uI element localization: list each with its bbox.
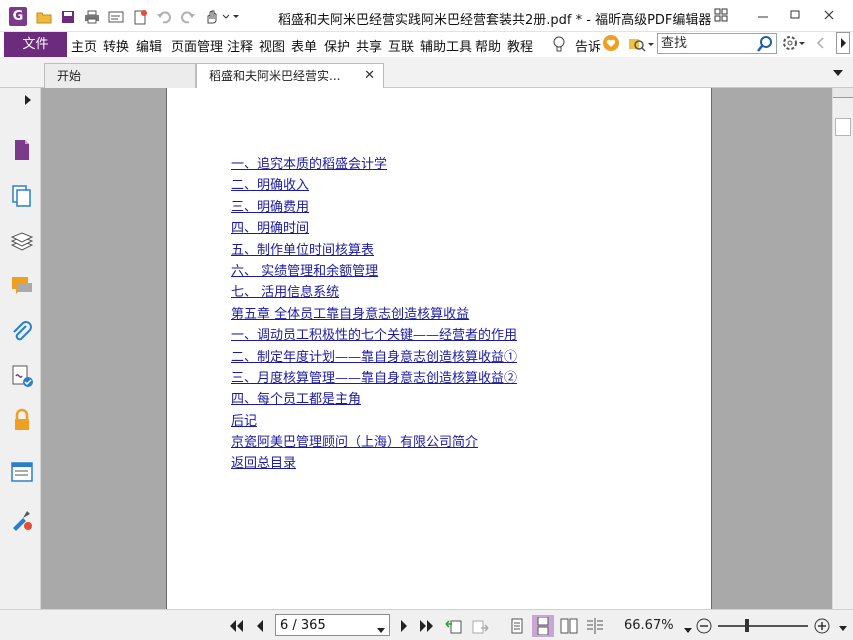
tab-current-document[interactable]: 稻盛和夫阿米巴经营实... ✕ [196,63,384,89]
signatures-icon[interactable] [10,364,34,388]
close-window-button[interactable] [818,6,840,24]
toc-link[interactable]: 一、调动员工积极性的七个关键——经营者的作用 [231,325,517,346]
lightbulb-icon[interactable] [552,35,566,57]
new-document-icon[interactable] [131,8,149,26]
settings-gear-icon[interactable] [782,35,806,55]
undo-icon[interactable] [155,8,173,26]
status-bar-scroll-down-icon[interactable] [838,622,848,636]
search-field[interactable] [657,33,777,54]
hand-tool-dropdown[interactable] [203,8,241,26]
menu-form[interactable]: 表单 [291,36,317,55]
tab-start-label: 开始 [57,69,82,83]
page-number-input[interactable] [276,615,371,635]
save-icon[interactable] [59,8,77,26]
toc-link[interactable]: 后记 [231,411,517,432]
form-fields-icon[interactable] [10,460,34,484]
panel-expand-icon[interactable] [24,94,32,109]
ribbon-scroll-left-icon[interactable] [815,36,825,54]
toc-link[interactable]: 二、明确收入 [231,175,517,196]
menu-help[interactable]: 帮助 [475,36,501,55]
toc-link[interactable]: 四、每个员工都是主角 [231,389,517,410]
menu-tutorial[interactable]: 教程 [507,36,533,55]
maximize-button[interactable] [784,6,806,24]
toc-link[interactable]: 京瓷阿美巴管理顾问（上海）有限公司简介 [231,432,517,453]
page-dropdown-icon[interactable] [377,623,385,637]
next-page-button[interactable] [395,617,413,635]
zoom-slider-track[interactable] [718,625,808,627]
previous-view-icon[interactable] [445,617,463,635]
document-tab-strip: 开始 稻盛和夫阿米巴经营实... ✕ [0,58,853,89]
menu-connect[interactable]: 互联 [388,36,414,55]
toc-link[interactable]: 四、明确时间 [231,218,517,239]
facing-view-icon[interactable] [560,617,578,635]
scrollbar-thumb[interactable] [835,118,851,136]
window-title: 稻盛和夫阿米巴经营实践阿米巴经营套装共2册.pdf * - 福昕高级PDF编辑器 [278,13,712,28]
tell-me-label[interactable]: 告诉 [575,36,601,55]
search-input[interactable] [658,34,754,53]
redo-icon[interactable] [179,8,197,26]
zoom-dropdown-icon[interactable] [684,623,692,637]
minimize-button[interactable] [752,6,774,24]
toc-link[interactable]: 第五章 全体员工靠自身意志创造核算收益 [231,304,517,325]
first-page-button[interactable] [227,617,245,635]
comments-icon[interactable] [10,274,34,298]
page-icon[interactable] [10,138,34,162]
toc-link[interactable]: 三、明确费用 [231,197,517,218]
title-bar: G 稻盛和夫阿米巴经营实践阿米巴经营套装共2册.pdf * - 福昕高级PDF编… [0,0,853,32]
certify-tool-icon[interactable] [10,508,34,532]
menu-view[interactable]: 视图 [259,36,285,55]
menu-accessibility[interactable]: 辅助工具 [420,36,472,55]
toc-link[interactable]: 七、 活用信息系统 [231,282,517,303]
menu-protect[interactable]: 保护 [324,36,350,55]
zoom-in-button[interactable] [813,617,831,635]
lock-icon[interactable] [10,408,34,432]
continuous-facing-view-icon[interactable] [586,617,604,635]
document-view: 一、追究本质的稻盛会计学 二、明确收入 三、明确费用 四、明确时间 五、制作单位… [41,88,832,609]
app-logo-icon[interactable]: G [9,7,27,26]
menu-convert[interactable]: 转换 [103,36,129,55]
toc-link[interactable]: 五、制作单位时间核算表 [231,240,517,261]
next-view-icon[interactable] [471,617,489,635]
tab-start[interactable]: 开始 [44,63,196,88]
vertical-scrollbar[interactable] [832,88,853,609]
toc-link[interactable]: 返回总目录 [231,453,517,474]
single-page-view-icon[interactable] [508,617,526,635]
search-icon[interactable] [757,36,773,55]
continuous-view-icon[interactable] [532,615,554,637]
properties-icon[interactable] [107,8,125,26]
menu-page-management[interactable]: 页面管理 [171,36,223,55]
toc-link[interactable]: 六、 实绩管理和余额管理 [231,261,517,282]
toc-link[interactable]: 三、月度核算管理——靠自身意志创造核算收益② [231,368,517,389]
tab-list-dropdown-icon[interactable] [832,67,844,81]
ribbon-scroll-right-button[interactable] [836,32,850,58]
menu-share[interactable]: 共享 [356,36,382,55]
status-bar: 66.67% [0,609,853,640]
tab-document-label: 稻盛和夫阿米巴经营实... [209,69,341,83]
attachments-icon[interactable] [10,320,34,344]
layers-icon[interactable] [10,230,34,254]
print-icon[interactable] [83,8,101,26]
file-menu[interactable]: 文件 [4,32,67,57]
menu-home[interactable]: 主页 [71,36,97,55]
toc-link[interactable]: 二、制定年度计划——靠自身意志创造核算收益① [231,347,517,368]
zoom-slider-thumb[interactable] [745,619,749,632]
zoom-out-button[interactable] [695,617,713,635]
page-number-box[interactable] [275,614,390,636]
pdf-page: 一、追究本质的稻盛会计学 二、明确收入 三、明确费用 四、明确时间 五、制作单位… [166,88,712,609]
heart-icon[interactable] [603,35,619,55]
scrollbar-top-button[interactable] [833,88,853,98]
close-tab-icon[interactable]: ✕ [364,64,375,88]
zoom-level[interactable]: 66.67% [624,618,674,633]
menu-comment[interactable]: 注释 [227,36,253,55]
open-folder-icon[interactable] [35,8,53,26]
page-thumbnails-icon[interactable] [10,184,34,208]
toc-link[interactable]: 一、追究本质的稻盛会计学 [231,154,517,175]
menu-edit[interactable]: 编辑 [136,36,162,55]
navigation-panel [0,88,41,609]
table-of-contents: 一、追究本质的稻盛会计学 二、明确收入 三、明确费用 四、明确时间 五、制作单位… [231,154,517,475]
restore-layout-icon[interactable] [710,6,732,24]
last-page-button[interactable] [418,617,436,635]
previous-page-button[interactable] [251,617,269,635]
search-options-icon[interactable] [628,36,654,56]
